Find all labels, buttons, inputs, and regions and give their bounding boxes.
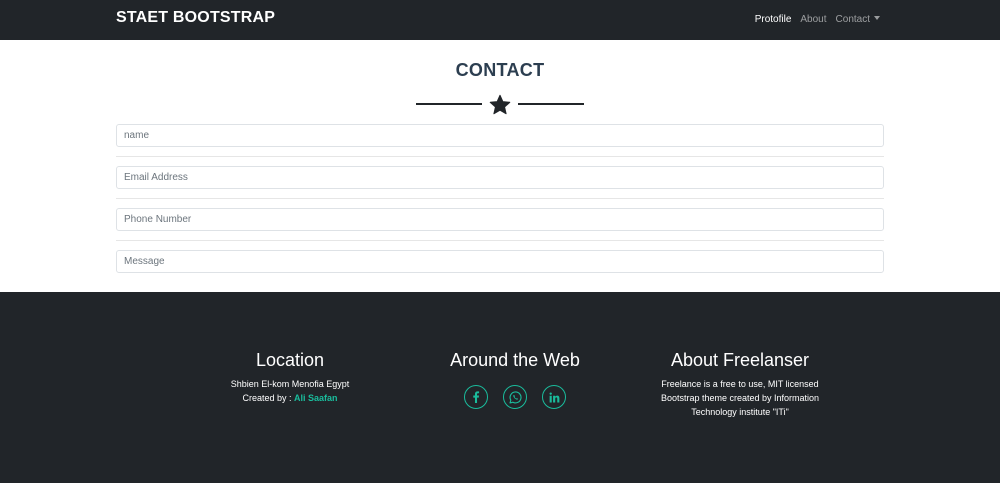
contact-title: CONTACT bbox=[455, 60, 545, 80]
created-by-line: Created by : Ali Saafan bbox=[165, 391, 415, 405]
nav-link-contact-dropdown[interactable]: Contact bbox=[836, 14, 880, 25]
star-divider bbox=[416, 94, 584, 116]
linkedin-icon bbox=[549, 391, 559, 403]
around-web-title: Around the Web bbox=[450, 350, 580, 370]
nav-link-protofile[interactable]: Protofile bbox=[755, 14, 792, 25]
field-separator bbox=[116, 156, 884, 157]
footer-about: About Freelanser Freelance is a free to … bbox=[615, 350, 865, 419]
whatsapp-icon bbox=[508, 390, 522, 404]
about-line: Freelance is a free to use, MIT licensed bbox=[661, 379, 819, 389]
whatsapp-link[interactable] bbox=[503, 385, 527, 409]
field-separator bbox=[116, 198, 884, 199]
social-links bbox=[390, 385, 640, 409]
facebook-icon bbox=[473, 391, 480, 403]
created-by-label: Created by : bbox=[242, 393, 292, 403]
footer: Location Shbien El-kom Menofia Egypt Cre… bbox=[0, 292, 1000, 483]
about-title: About Freelanser bbox=[670, 350, 810, 370]
nav-links: Protofile About Contact bbox=[755, 14, 880, 25]
location-address: Shbien El-kom Menofia Egypt bbox=[230, 379, 350, 389]
about-line: Bootstrap theme created by Information bbox=[660, 393, 820, 403]
nav-link-about[interactable]: About bbox=[800, 14, 826, 25]
navbar-brand[interactable]: STAET BOOTSTRAP bbox=[116, 9, 275, 27]
email-input[interactable] bbox=[116, 166, 884, 189]
footer-around-web: Around the Web bbox=[390, 350, 640, 409]
divider-line-right bbox=[518, 103, 584, 105]
field-separator bbox=[116, 240, 884, 241]
about-line: Technology institute "ITi" bbox=[691, 407, 789, 417]
caret-down-icon bbox=[874, 16, 880, 20]
message-input[interactable] bbox=[116, 250, 884, 273]
location-title: Location bbox=[255, 350, 325, 370]
linkedin-link[interactable] bbox=[542, 385, 566, 409]
top-navbar: STAET BOOTSTRAP Protofile About Contact bbox=[0, 0, 1000, 40]
contact-section: CONTACT bbox=[0, 40, 1000, 292]
footer-location: Location Shbien El-kom Menofia Egypt Cre… bbox=[165, 350, 415, 405]
facebook-link[interactable] bbox=[464, 385, 488, 409]
star-icon bbox=[489, 94, 511, 115]
phone-input[interactable] bbox=[116, 208, 884, 231]
author-name[interactable]: Ali Saafan bbox=[294, 393, 338, 403]
divider-line-left bbox=[416, 103, 482, 105]
nav-link-contact-label: Contact bbox=[835, 14, 870, 25]
name-input[interactable] bbox=[116, 124, 884, 147]
